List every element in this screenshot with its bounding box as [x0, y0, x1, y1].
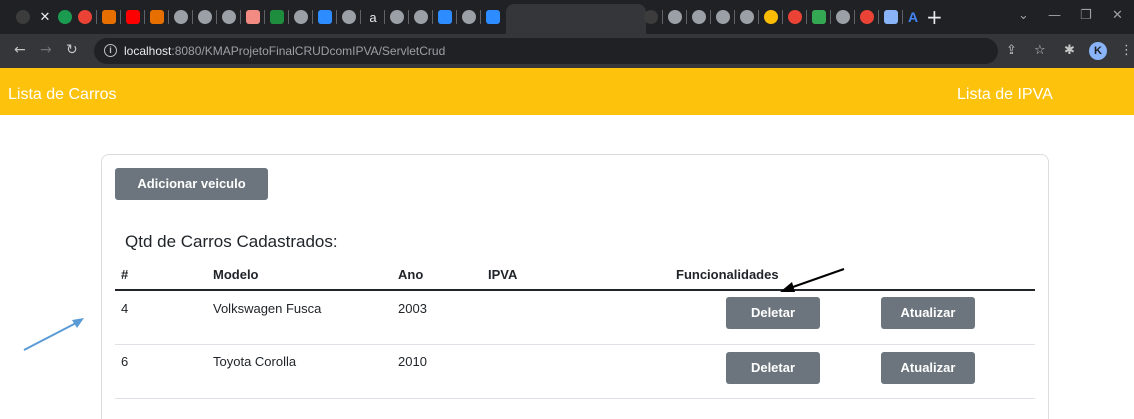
tab-app-icon[interactable]: [244, 7, 262, 27]
delete-button[interactable]: Deletar: [726, 352, 820, 384]
tab-chrome-icon[interactable]: [172, 7, 190, 27]
tab-java-icon[interactable]: [148, 7, 166, 27]
cell-id: 6: [121, 354, 129, 369]
tab-github-icon[interactable]: [642, 7, 660, 27]
tab-chrome-icon[interactable]: [196, 7, 214, 27]
blue-annotation-arrow-icon: [23, 318, 84, 351]
reload-icon[interactable]: ↻: [66, 42, 78, 58]
tab-chrome-icon[interactable]: [666, 7, 684, 27]
column-header-ipva: IPVA: [488, 267, 518, 282]
new-tab-icon[interactable]: +: [926, 5, 943, 29]
tab-chrome-icon[interactable]: [340, 7, 358, 27]
row-divider: [115, 398, 1035, 399]
tab-java-icon[interactable]: [100, 7, 118, 27]
tab-youtube-icon[interactable]: [124, 7, 142, 27]
tab-chrome-icon[interactable]: [690, 7, 708, 27]
tab-github-icon[interactable]: [14, 7, 32, 27]
cell-id: 4: [121, 301, 129, 316]
back-icon[interactable]: ←: [14, 42, 26, 58]
tab-drive-icon[interactable]: A: [904, 7, 922, 27]
menu-icon[interactable]: ⋮: [1120, 43, 1133, 58]
tab-search-icon[interactable]: ⌄: [1018, 8, 1029, 23]
cell-year: 2003: [398, 301, 427, 316]
nav-link-ipva[interactable]: Lista de IPVA: [957, 86, 1053, 104]
site-info-icon[interactable]: i: [104, 44, 117, 57]
tab-google-icon[interactable]: [858, 7, 876, 27]
update-button[interactable]: Atualizar: [881, 352, 975, 384]
tab-chrome-icon[interactable]: [460, 7, 478, 27]
tab-emoji-icon[interactable]: [762, 7, 780, 27]
column-header-model: Modelo: [213, 267, 259, 282]
cell-model: Volkswagen Fusca: [213, 301, 322, 316]
tab-zoom-icon[interactable]: [316, 7, 334, 27]
tab-google-icon[interactable]: [786, 7, 804, 27]
tab-app-icon[interactable]: [810, 7, 828, 27]
tab-chrome-icon[interactable]: [714, 7, 732, 27]
restore-icon[interactable]: ❐: [1080, 8, 1092, 23]
minimize-icon[interactable]: —: [1048, 8, 1061, 23]
tab-chrome-icon[interactable]: [834, 7, 852, 27]
column-header-year: Ano: [398, 267, 424, 282]
delete-button[interactable]: Deletar: [726, 297, 820, 329]
tab-zoom-icon[interactable]: [484, 7, 502, 27]
tab-app-icon[interactable]: [882, 7, 900, 27]
tab-close-icon[interactable]: ✕: [36, 7, 54, 27]
tab-classroom-icon[interactable]: [268, 7, 286, 27]
profile-avatar[interactable]: K: [1089, 42, 1107, 60]
tab-google-icon[interactable]: [76, 7, 94, 27]
row-divider: [115, 344, 1035, 345]
page-navbar: Lista de Carros Lista de IPVA: [0, 68, 1134, 115]
cell-model: Toyota Corolla: [213, 354, 297, 369]
url-text: localhost:8080/KMAProjetoFinalCRUDcomIPV…: [124, 44, 446, 58]
tab-chrome-icon[interactable]: [412, 7, 430, 27]
browser-tab-strip: ✕ a A + ⌄ — ❐ ✕: [0, 0, 1134, 34]
update-button[interactable]: Atualizar: [881, 297, 975, 329]
black-annotation-arrow-icon: [780, 268, 845, 292]
add-vehicle-button[interactable]: Adicionar veiculo: [115, 168, 268, 200]
tab-active[interactable]: [506, 4, 646, 34]
tab-text-icon[interactable]: a: [364, 7, 382, 27]
tab-zoom-icon[interactable]: [436, 7, 454, 27]
bookmark-star-icon[interactable]: ☆: [1034, 43, 1046, 58]
forward-icon[interactable]: →: [40, 42, 52, 58]
nav-link-cars[interactable]: Lista de Carros: [8, 86, 117, 104]
cell-year: 2010: [398, 354, 427, 369]
address-bar[interactable]: i localhost:8080/KMAProjetoFinalCRUDcomI…: [94, 38, 998, 64]
car-count-label: Qtd de Carros Cadastrados:: [125, 232, 338, 251]
browser-toolbar: ← → ↻ i localhost:8080/KMAProjetoFinalCR…: [0, 34, 1134, 68]
tab-chrome-icon[interactable]: [388, 7, 406, 27]
column-header-actions: Funcionalidades: [676, 267, 779, 282]
share-icon[interactable]: ⇪: [1006, 43, 1017, 58]
tab-chrome-icon[interactable]: [738, 7, 756, 27]
tab-chrome-icon[interactable]: [292, 7, 310, 27]
tab-chrome-icon[interactable]: [220, 7, 238, 27]
extensions-icon[interactable]: ✱: [1064, 43, 1075, 58]
column-header-id: #: [121, 267, 129, 282]
window-close-icon[interactable]: ✕: [1112, 8, 1123, 23]
tab-wp-icon[interactable]: [56, 7, 74, 27]
table-header-divider: [115, 289, 1035, 291]
